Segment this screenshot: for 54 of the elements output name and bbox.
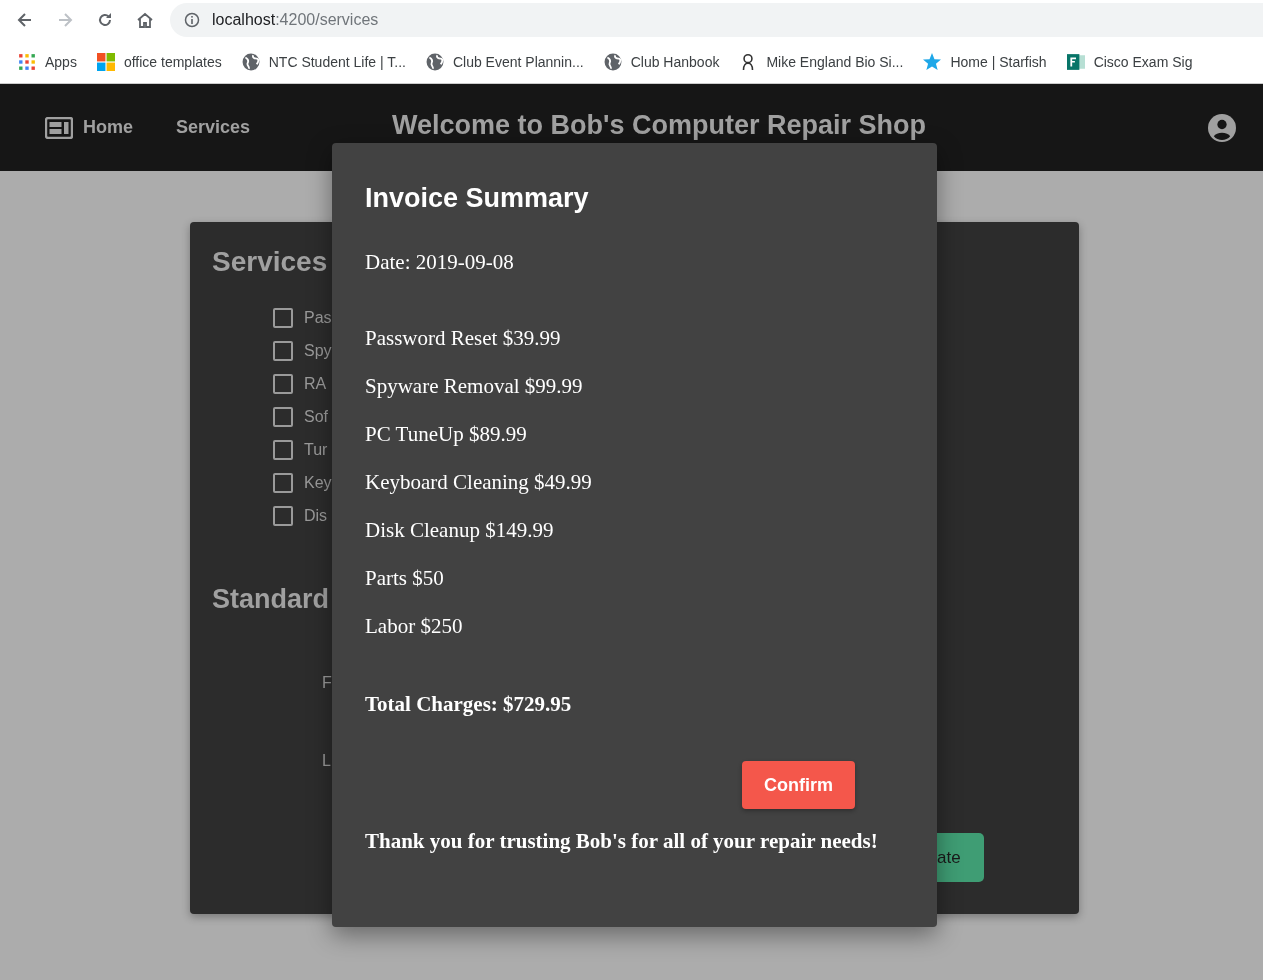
bookmark-link[interactable]: Club Event Plannin... — [452, 53, 584, 70]
bookmark-link[interactable]: Mike England Bio Si... — [766, 53, 904, 70]
url-text: localhost:4200/services — [212, 11, 379, 29]
thank-you-text: Thank you for trusting Bob's for all of your repair needs! — [365, 828, 879, 855]
option-label: Key — [304, 473, 332, 492]
info-icon[interactable] — [184, 12, 200, 28]
invoice-line: Keyboard Cleaning $49.99 — [365, 469, 593, 496]
forms-icon[interactable] — [1066, 52, 1085, 71]
invoice-line: Disk Cleanup $149.99 — [365, 517, 555, 544]
bookmark-link[interactable]: NTC Student Life | T... — [268, 53, 406, 70]
total-charges: Total Charges: $729.95 — [365, 691, 573, 718]
globe-icon[interactable] — [241, 52, 260, 71]
bookmark-link[interactable]: Apps — [45, 53, 77, 70]
checkbox[interactable] — [273, 373, 293, 394]
field-label: L — [322, 752, 332, 771]
four-squares-icon[interactable] — [96, 52, 115, 71]
checkbox[interactable] — [273, 340, 293, 361]
checkbox[interactable] — [273, 505, 293, 526]
invoice-line: Password Reset $39.99 — [365, 325, 562, 352]
bookmark-link[interactable]: Home | Starfish — [950, 53, 1047, 70]
bookmark-link[interactable]: Cisco Exam Sig — [1093, 53, 1193, 70]
dialog-title: Invoice Summary — [365, 182, 590, 215]
option-label: Spy — [304, 341, 332, 360]
checkbox[interactable] — [273, 307, 293, 328]
invoice-line: Parts $50 — [365, 565, 445, 592]
option-label: Tur — [304, 440, 328, 459]
account-icon[interactable] — [1208, 113, 1236, 142]
invoice-line: Labor $250 — [365, 613, 464, 640]
checkbox[interactable] — [273, 472, 293, 493]
checkbox[interactable] — [273, 439, 293, 460]
apps-grid-icon[interactable] — [18, 52, 36, 71]
card-heading: Standard — [212, 583, 331, 616]
option-label: RA — [304, 374, 327, 393]
invoice-line: Spyware Removal $99.99 — [365, 373, 584, 400]
nav-link[interactable]: Services — [176, 117, 251, 138]
globe-icon[interactable] — [603, 52, 622, 71]
option-label: Sof — [304, 407, 328, 426]
home-link[interactable]: Home — [45, 116, 133, 139]
dashboard-icon — [45, 116, 73, 139]
globe-icon[interactable] — [425, 52, 444, 71]
field-label: F — [322, 674, 332, 693]
option-label: Dis — [304, 506, 328, 525]
invoice-line: PC TuneUp $89.99 — [365, 421, 528, 448]
address-bar[interactable]: localhost:4200/services — [170, 3, 1263, 37]
card-heading: Services — [212, 245, 329, 279]
option-label: Pas — [304, 308, 332, 327]
checkbox[interactable] — [273, 406, 293, 427]
bookmark-link[interactable]: office templates — [123, 53, 222, 70]
invoice-date: Date: 2019-09-08 — [365, 249, 515, 276]
star-icon[interactable] — [923, 52, 942, 71]
home-icon[interactable] — [135, 10, 155, 30]
bookmark-link[interactable]: Club Hanbook — [630, 53, 720, 70]
site-title: Welcome to Bob's Computer Repair Shop — [392, 110, 926, 141]
action-button[interactable]: ate — [937, 833, 984, 882]
